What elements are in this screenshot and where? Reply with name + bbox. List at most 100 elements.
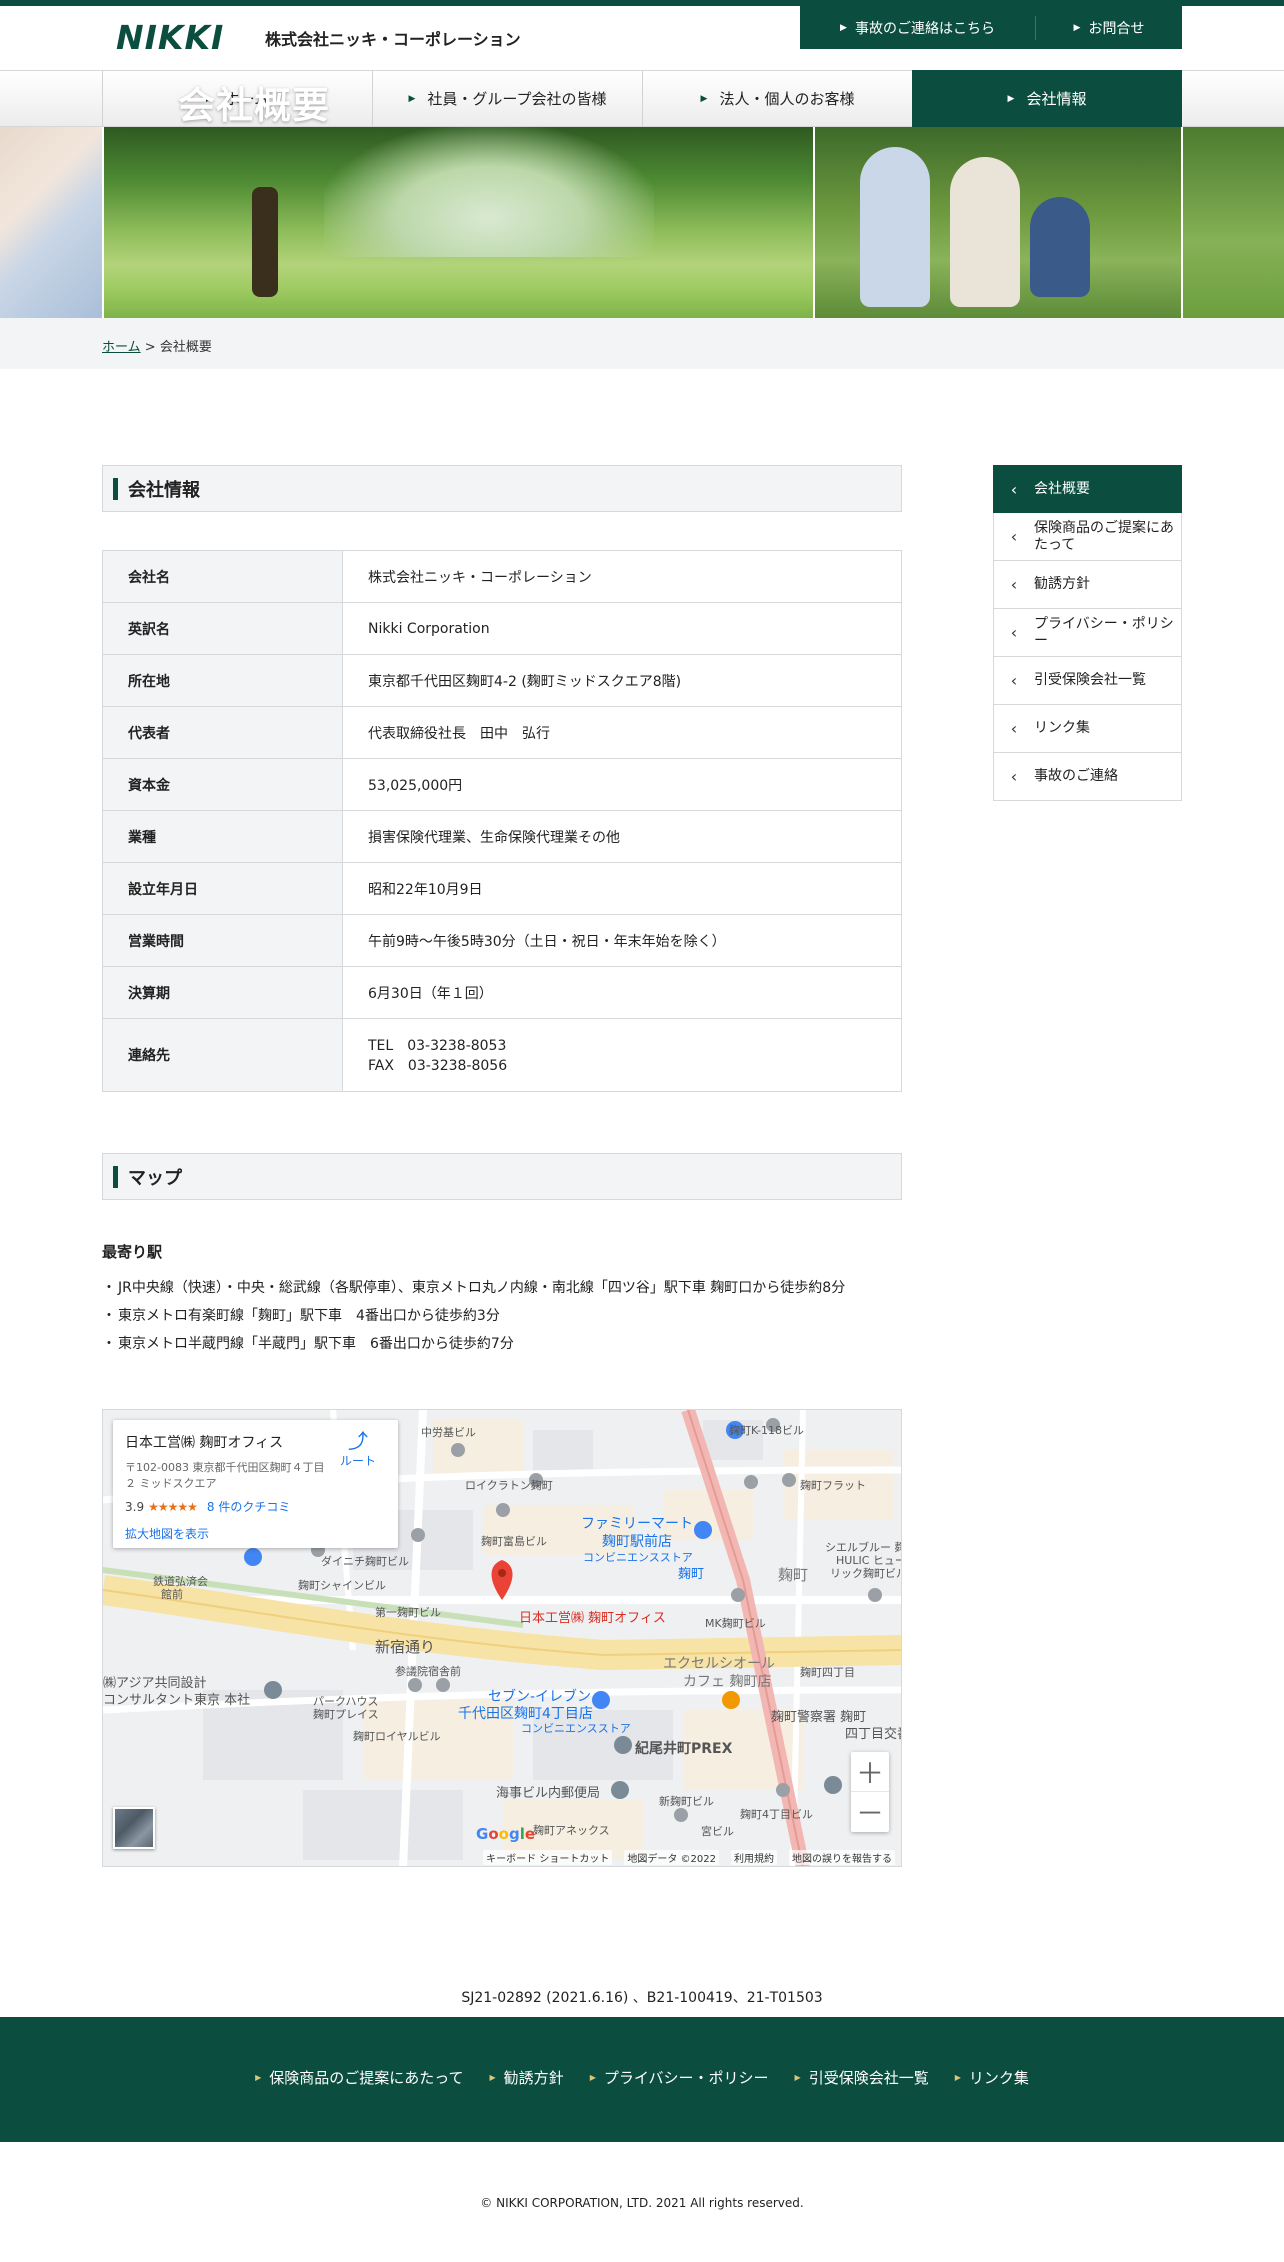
map-label: 中労基ビル: [421, 1426, 476, 1439]
sidebar-item-label: リンク集: [1034, 720, 1090, 736]
map-label: コンビニエンスストア: [583, 1551, 693, 1564]
route-button[interactable]: ⤴ ルート: [333, 1430, 383, 1469]
table-row: 英訳名 Nikki Corporation: [102, 602, 902, 655]
sidebar-item-label: 事故のご連絡: [1034, 768, 1118, 784]
map-label: 海事ビル内郵便局: [496, 1786, 601, 1801]
table-row: 所在地 東京都千代田区麹町4-2 (麹町ミッドスクエア8階): [102, 654, 902, 707]
street-view-thumbnail[interactable]: [113, 1807, 155, 1849]
map-label: 麹町4丁目ビル: [740, 1808, 813, 1821]
report-error-link[interactable]: 地図の誤りを報告する: [789, 1849, 895, 1865]
map-heading: マップ: [102, 1153, 902, 1200]
triangle-right-icon: ▶: [589, 2073, 596, 2082]
chevron-left-icon: ‹: [1010, 719, 1018, 738]
row-key: 代表者: [102, 706, 343, 759]
map-label: 麹町フラット: [800, 1479, 866, 1492]
map-label: 麹町K-118ビル: [729, 1424, 805, 1437]
heading-accent-bar: [113, 477, 118, 500]
page-title: 会社概要: [178, 84, 330, 127]
map-label: 第一麹町ビル: [375, 1606, 441, 1619]
map-label: 麹町プレイス: [313, 1708, 379, 1721]
map-label: 麹町駅前店: [602, 1534, 672, 1550]
table-row: 決算期 6月30日（年１回）: [102, 966, 902, 1019]
company-info-heading-text: 会社情報: [128, 479, 200, 501]
map-label: コンサルタント東京 本社: [103, 1693, 251, 1708]
row-value: 株式会社ニッキ・コーポレーション: [342, 550, 902, 603]
accident-contact-button[interactable]: ▶ 事故のご連絡はこちら: [800, 15, 1036, 40]
row-key: 業種: [102, 810, 343, 863]
map-label: ロイクラトン麹町: [465, 1479, 553, 1492]
triangle-right-icon: ▶: [954, 2073, 961, 2082]
triangle-right-icon: ▶: [1073, 22, 1081, 33]
map-label: 宮ビル: [701, 1825, 734, 1838]
contact-tel[interactable]: TEL 03-3238-8053: [368, 1035, 901, 1055]
breadcrumb: ホーム > 会社概要: [102, 336, 212, 355]
station-list: JR中央線（快速）・中央・総武線（各駅停車）、東京メトロ丸ノ内線・南北線「四ツ谷…: [102, 1278, 902, 1362]
terms-link[interactable]: 利用規約: [731, 1849, 777, 1865]
zoom-out-button[interactable]: －: [851, 1792, 889, 1832]
map-label: 麹町: [778, 1566, 809, 1584]
footer-link-product-proposal[interactable]: ▶ 保険商品のご提案にあたって: [255, 2067, 463, 2088]
nav-item-label: 法人・個人のお客様: [719, 90, 855, 108]
table-row: 会社名 株式会社ニッキ・コーポレーション: [102, 550, 902, 603]
nav-item-company-info[interactable]: ▶ 会社情報: [912, 70, 1182, 127]
sidebar-item-accident-contact[interactable]: ‹ 事故のご連絡: [993, 753, 1182, 801]
reviews-link[interactable]: 8 件のクチコミ: [207, 1498, 290, 1515]
sidebar-item-label: 会社概要: [1034, 480, 1090, 497]
list-item: JR中央線（快速）・中央・総武線（各駅停車）、東京メトロ丸ノ内線・南北線「四ツ谷…: [102, 1278, 902, 1298]
inquiry-label: お問合せ: [1088, 20, 1145, 37]
nav-item-employees[interactable]: ▶ 社員・グループ会社の皆様: [372, 70, 642, 127]
footer-link-links[interactable]: ▶ リンク集: [955, 2067, 1029, 2088]
triangle-right-icon: ▶: [794, 2073, 801, 2082]
footer-link-label: プライバシー・ポリシー: [603, 2069, 769, 2087]
map-label: コンビニエンスストア: [521, 1722, 631, 1735]
copyright: © NIKKI CORPORATION, LTD. 2021 All right…: [480, 2196, 804, 2210]
footer-link-label: リンク集: [968, 2069, 1029, 2087]
table-row: 営業時間 午前9時～午後5時30分（土日・祝日・年末年始を除く）: [102, 914, 902, 967]
row-value: 代表取締役社長 田中 弘行: [342, 706, 902, 759]
table-row: 連絡先 TEL 03-3238-8053 FAX 03-3238-8056: [102, 1018, 902, 1092]
row-value: 6月30日（年１回）: [342, 966, 902, 1019]
sidebar-item-product-proposal[interactable]: ‹ 保険商品のご提案にあたって: [993, 513, 1182, 561]
sidebar-item-company-overview[interactable]: ‹ 会社概要: [993, 465, 1182, 513]
row-key: 連絡先: [102, 1018, 343, 1092]
footer-link-solicitation-policy[interactable]: ▶ 勧誘方針: [490, 2067, 564, 2088]
place-address: 〒102-0083 東京都千代田区麹町４丁目２ ミッドスクエア: [125, 1461, 325, 1490]
table-row: 代表者 代表取締役社長 田中 弘行: [102, 706, 902, 759]
breadcrumb-home-link[interactable]: ホーム: [102, 340, 141, 355]
row-key: 決算期: [102, 966, 343, 1019]
row-key: 設立年月日: [102, 862, 343, 915]
footer-link-privacy-policy[interactable]: ▶ プライバシー・ポリシー: [590, 2067, 769, 2088]
enlarge-map-link[interactable]: 拡大地図を表示: [125, 1525, 386, 1542]
nikki-logo[interactable]: NIKKI: [116, 21, 248, 54]
place-rating: 3.9 ★★★★★ 8 件のクチコミ: [125, 1498, 386, 1515]
map-marker-label: 日本工営㈱ 麹町オフィス: [519, 1611, 666, 1626]
google-map-embed[interactable]: 中労基ビル ロイクラトン麹町 麹町富島ビル ファミリーマート 麹町駅前店 コンビ…: [102, 1409, 902, 1867]
footer-link-label: 引受保険会社一覧: [808, 2069, 929, 2087]
map-label: 新宿通り: [375, 1638, 436, 1656]
triangle-right-icon: ▶: [489, 2073, 496, 2082]
company-name: 株式会社ニッキ・コーポレーション: [265, 30, 521, 49]
map-label: 麹町富島ビル: [481, 1535, 547, 1548]
sidebar-item-links[interactable]: ‹ リンク集: [993, 705, 1182, 753]
row-value: 53,025,000円: [342, 758, 902, 811]
map-zoom-control: ＋ －: [851, 1752, 889, 1832]
contact-fax: FAX 03-3238-8056: [368, 1058, 508, 1074]
company-info-table: 会社名 株式会社ニッキ・コーポレーション 英訳名 Nikki Corporati…: [102, 550, 902, 1092]
map-label: 紀尾井町PREX: [635, 1741, 733, 1757]
hero-photo-leaves: [1183, 127, 1284, 318]
sidebar-menu: ‹ 会社概要 ‹ 保険商品のご提案にあたって ‹ 勧誘方針 ‹ プライバシー・ポ…: [993, 465, 1182, 801]
footer-link-underwriters[interactable]: ▶ 引受保険会社一覧: [795, 2067, 929, 2088]
inquiry-button[interactable]: ▶ お問合せ: [1036, 16, 1182, 40]
keyboard-shortcuts-link[interactable]: キーボード ショートカット: [483, 1849, 613, 1865]
zoom-in-button[interactable]: ＋: [851, 1752, 889, 1792]
map-label: 麹町: [678, 1567, 705, 1582]
sidebar-item-underwriters[interactable]: ‹ 引受保険会社一覧: [993, 657, 1182, 705]
map-label: 四丁目交番: [845, 1727, 901, 1742]
sidebar-item-privacy-policy[interactable]: ‹ プライバシー・ポリシー: [993, 609, 1182, 657]
list-item: 東京メトロ半蔵門線「半蔵門」駅下車 6番出口から徒歩約7分: [102, 1334, 902, 1354]
sidebar-item-solicitation-policy[interactable]: ‹ 勧誘方針: [993, 561, 1182, 609]
map-label: 館前: [161, 1588, 183, 1601]
nav-item-customers[interactable]: ▶ 法人・個人のお客様: [642, 70, 912, 127]
row-value: 昭和22年10月9日: [342, 862, 902, 915]
list-item: 東京メトロ有楽町線「麹町」駅下車 4番出口から徒歩約3分: [102, 1306, 902, 1326]
